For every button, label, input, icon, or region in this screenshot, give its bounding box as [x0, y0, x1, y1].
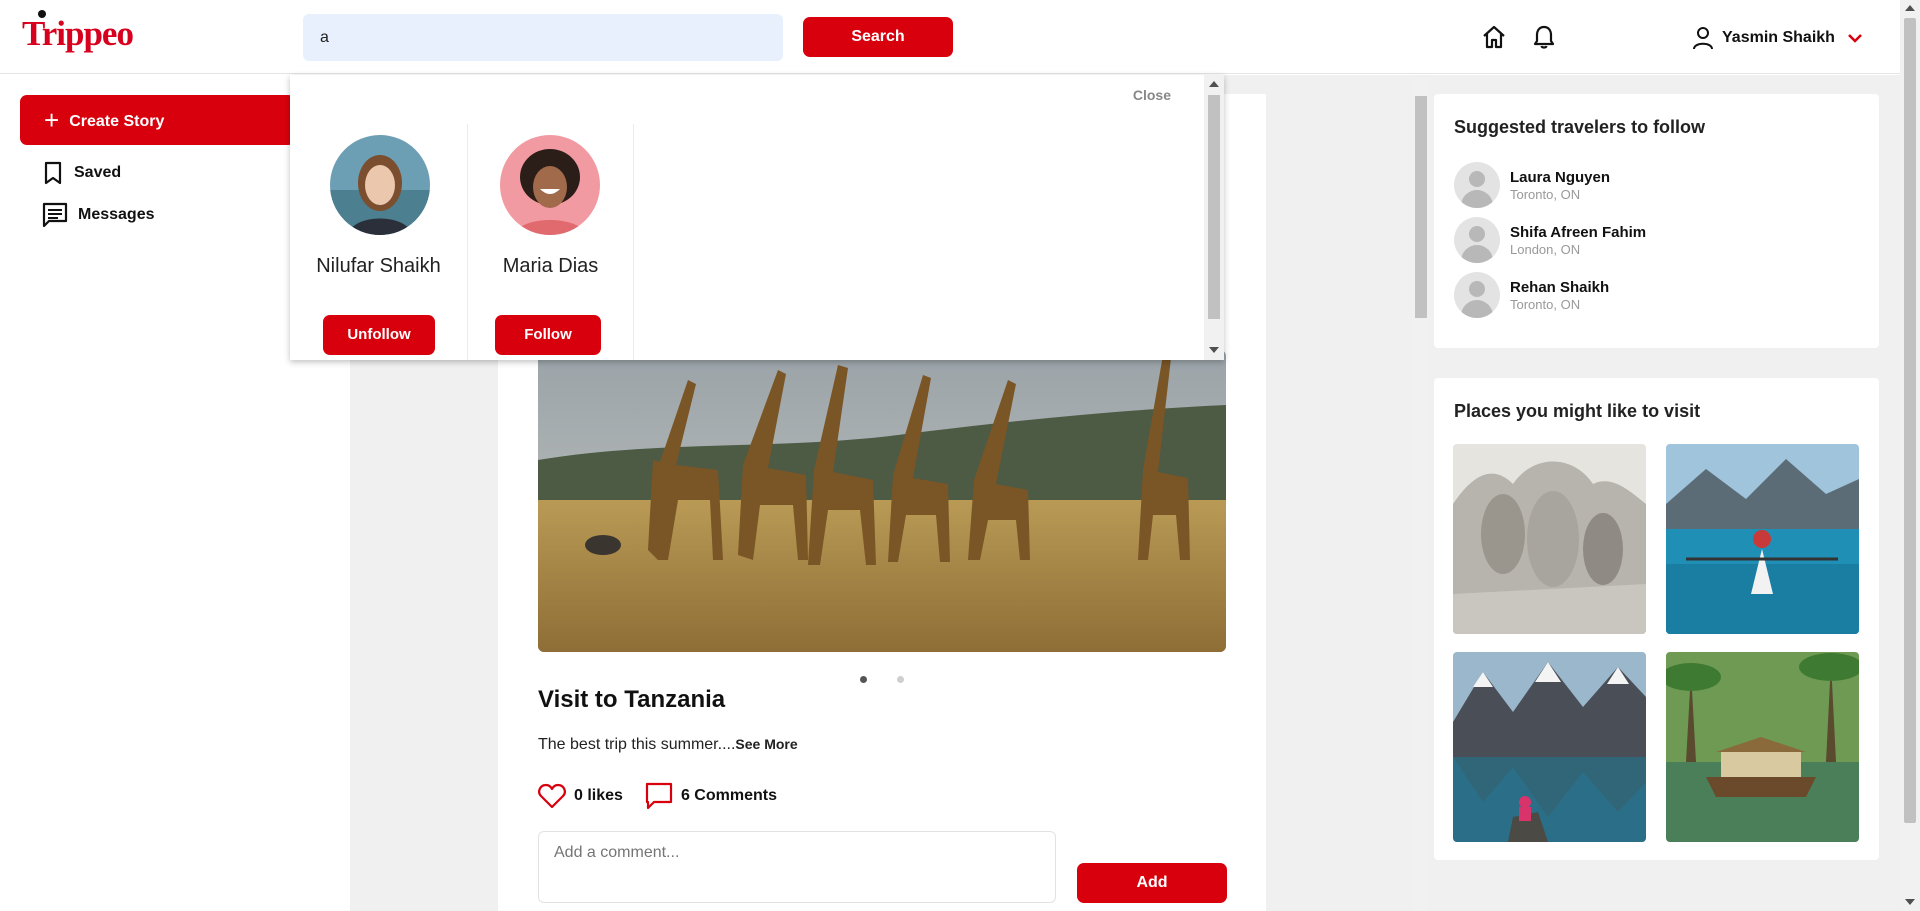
heart-icon[interactable]: [538, 783, 566, 809]
trippeo-logo[interactable]: Trippeo: [22, 10, 134, 54]
sidebar-item-messages[interactable]: Messages: [42, 202, 155, 228]
user-menu[interactable]: Yasmin Shaikh: [1692, 24, 1863, 52]
sidebar-item-saved[interactable]: Saved: [42, 161, 121, 185]
user-name: Yasmin Shaikh: [1722, 29, 1835, 46]
see-more-link[interactable]: See More: [735, 736, 797, 752]
place-image-mount-rushmore[interactable]: [1453, 444, 1646, 634]
traveler-name: Shifa Afreen Fahim: [1510, 223, 1647, 241]
traveler-location: London, ON: [1510, 241, 1581, 257]
avatar[interactable]: [500, 135, 600, 235]
close-dropdown-button[interactable]: Close: [1133, 87, 1171, 103]
follow-button[interactable]: Follow: [495, 315, 601, 355]
sidebar-item-label: Saved: [74, 164, 122, 181]
comment-icon[interactable]: [645, 782, 673, 810]
post-description: The best trip this summer....See More: [538, 736, 798, 753]
post-title: Visit to Tanzania: [538, 686, 726, 713]
home-icon[interactable]: [1481, 24, 1507, 50]
top-header: Trippeo Search Yasmin Shaikh: [0, 0, 1900, 74]
carousel-dot[interactable]: [860, 676, 867, 683]
unfollow-button[interactable]: Unfollow: [323, 315, 435, 355]
likes-count: 0 likes: [574, 787, 623, 804]
comment-input[interactable]: [538, 831, 1056, 903]
user-icon: [1693, 27, 1713, 50]
result-name: Maria Dias: [502, 255, 599, 277]
place-image-houseboat[interactable]: [1666, 652, 1859, 842]
place-image-mountain-lake[interactable]: [1453, 652, 1646, 842]
carousel-dot[interactable]: [897, 676, 904, 683]
traveler-item[interactable]: Laura Nguyen Toronto, ON: [1454, 162, 1610, 208]
bookmark-icon: [44, 161, 62, 185]
search-result-card: Nilufar Shaikh Unfollow: [290, 124, 468, 360]
carousel-dots: [860, 676, 904, 683]
search-result-card: Maria Dias Follow: [468, 124, 634, 360]
post-actions: 0 likes 6 Comments: [538, 782, 777, 810]
result-name: Nilufar Shaikh: [316, 255, 441, 277]
add-comment-button[interactable]: Add: [1077, 863, 1227, 903]
traveler-item[interactable]: Shifa Afreen Fahim London, ON: [1454, 217, 1646, 263]
comments-count[interactable]: 6 Comments: [681, 787, 777, 805]
avatar: [1454, 272, 1500, 318]
places-title: Places you might like to visit: [1454, 401, 1701, 421]
traveler-location: Toronto, ON: [1510, 296, 1581, 312]
post-image-giraffes[interactable]: [538, 350, 1226, 652]
avatar: [1454, 162, 1500, 208]
traveler-name: Laura Nguyen: [1510, 168, 1611, 186]
traveler-name: Rehan Shaikh: [1510, 278, 1610, 296]
place-image-lake-kayak[interactable]: [1666, 444, 1859, 634]
dropdown-scrollbar[interactable]: [1204, 75, 1224, 360]
create-story-button[interactable]: + Create Story: [20, 95, 295, 145]
chevron-down-icon[interactable]: [1847, 33, 1863, 43]
search-results-dropdown: Close Nilufar Shaikh Unfollow Maria Dias…: [290, 75, 1224, 360]
sidebar-item-label: Messages: [78, 206, 155, 223]
search-button[interactable]: Search: [803, 17, 953, 57]
plus-icon: +: [44, 105, 60, 135]
page-scrollbar[interactable]: [1900, 0, 1920, 911]
bell-icon[interactable]: [1532, 24, 1556, 50]
suggested-title: Suggested travelers to follow: [1454, 117, 1706, 137]
avatar: [1454, 217, 1500, 263]
message-icon: [42, 202, 68, 228]
avatar[interactable]: [330, 135, 430, 235]
traveler-location: Toronto, ON: [1510, 186, 1581, 202]
search-input[interactable]: [303, 14, 783, 61]
feed-scrollbar[interactable]: [1413, 78, 1429, 911]
traveler-item[interactable]: Rehan Shaikh Toronto, ON: [1454, 272, 1609, 318]
suggested-travelers-card: Suggested travelers to follow Laura Nguy…: [1434, 94, 1879, 348]
